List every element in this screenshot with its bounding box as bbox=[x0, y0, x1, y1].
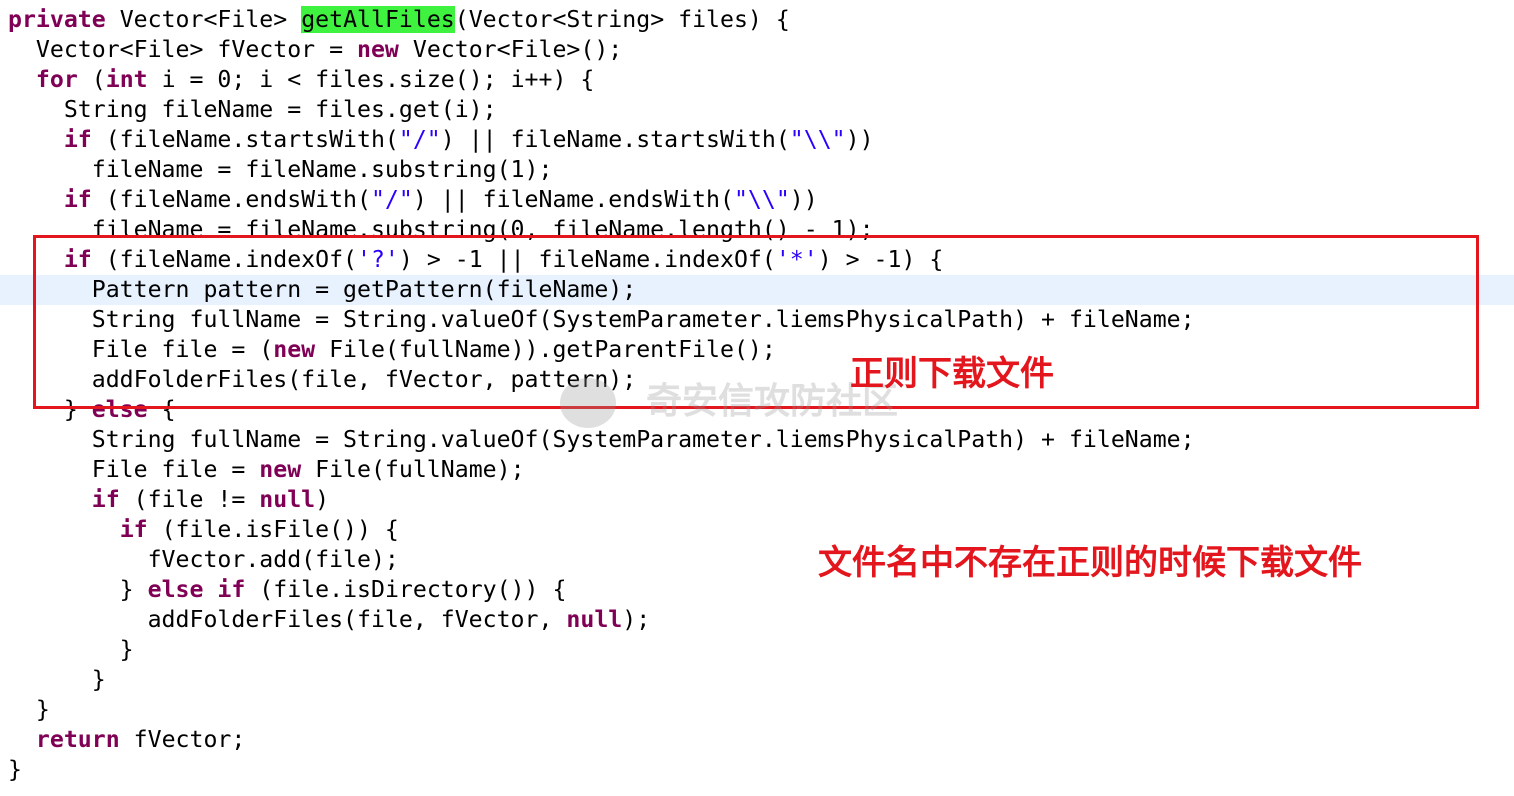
code-text: (fileName.startsWith( bbox=[91, 126, 399, 153]
keyword: if bbox=[91, 486, 120, 513]
keyword: if bbox=[119, 516, 148, 543]
code-line[interactable]: String fullName = String.valueOf(SystemP… bbox=[0, 425, 1514, 455]
code-text: ); bbox=[622, 606, 651, 633]
watermark: 奇安信攻防社区 bbox=[560, 372, 898, 428]
code-line[interactable]: File file = new File(fullName); bbox=[0, 455, 1514, 485]
code-text: } bbox=[8, 696, 50, 723]
code-text: fVector; bbox=[119, 726, 246, 753]
keyword: else if bbox=[147, 576, 246, 603]
code-text: Vector<File>(); bbox=[398, 36, 623, 63]
code-line[interactable]: } bbox=[0, 635, 1514, 665]
code-text: (Vector<String> files) { bbox=[454, 6, 790, 33]
string-literal: "/" bbox=[370, 186, 413, 213]
code-text: (file.isDirectory()) { bbox=[245, 576, 567, 603]
keyword: int bbox=[105, 66, 148, 93]
code-text: } bbox=[8, 636, 134, 663]
code-text: fileName = fileName.substring(1); bbox=[8, 156, 553, 183]
regex-note: 正则下载文件 bbox=[850, 354, 1054, 394]
code-line[interactable]: private Vector<File> getAllFiles(Vector<… bbox=[0, 5, 1514, 35]
keyword: for bbox=[35, 66, 78, 93]
watermark-logo-icon bbox=[560, 378, 616, 428]
code-line[interactable]: } bbox=[0, 695, 1514, 725]
code-line[interactable]: if (fileName.endsWith("/") || fileName.e… bbox=[0, 185, 1514, 215]
code-text: (file.isFile()) { bbox=[147, 516, 399, 543]
code-text: Vector<File> fVector = bbox=[8, 36, 358, 63]
code-text: i = 0; i < files.size(); i++) { bbox=[147, 66, 595, 93]
keyword: return bbox=[35, 726, 120, 753]
code-text: (fileName.endsWith( bbox=[91, 186, 371, 213]
code-text: String fullName = String.valueOf(SystemP… bbox=[8, 426, 1195, 453]
code-line[interactable]: return fVector; bbox=[0, 725, 1514, 755]
code-line[interactable]: for (int i = 0; i < files.size(); i++) { bbox=[0, 65, 1514, 95]
code-text: addFolderFiles(file, fVector, bbox=[8, 606, 567, 633]
code-line[interactable]: if (fileName.startsWith("/") || fileName… bbox=[0, 125, 1514, 155]
code-text: } bbox=[8, 666, 106, 693]
string-literal: "/" bbox=[398, 126, 441, 153]
code-text: } bbox=[8, 756, 22, 783]
code-line[interactable]: } bbox=[0, 755, 1514, 785]
code-line[interactable]: addFolderFiles(file, fVector, null); bbox=[0, 605, 1514, 635]
code-text: ) || fileName.endsWith( bbox=[412, 186, 734, 213]
keyword: private bbox=[8, 6, 106, 33]
keyword: new bbox=[259, 456, 302, 483]
code-text: File file = bbox=[8, 456, 260, 483]
code-text: )) bbox=[789, 186, 818, 213]
code-text: fVector.add(file); bbox=[8, 546, 399, 573]
keyword: null bbox=[259, 486, 316, 513]
keyword: if bbox=[63, 126, 92, 153]
code-text: (file != bbox=[119, 486, 260, 513]
code-line[interactable]: if (file != null) bbox=[0, 485, 1514, 515]
string-literal: "\\" bbox=[789, 126, 846, 153]
code-text: ) bbox=[315, 486, 330, 513]
code-text: )) bbox=[845, 126, 874, 153]
code-line[interactable]: Vector<File> fVector = new Vector<File>(… bbox=[0, 35, 1514, 65]
highlighted-method-name: getAllFiles bbox=[301, 6, 455, 33]
keyword: new bbox=[357, 36, 399, 63]
code-text: File(fullName); bbox=[301, 456, 525, 483]
code-line[interactable]: fileName = fileName.substring(1); bbox=[0, 155, 1514, 185]
code-text: ) || fileName.startsWith( bbox=[440, 126, 790, 153]
code-text: String fileName = files.get(i); bbox=[8, 96, 497, 123]
no-regex-note: 文件名中不存在正则的时候下载文件 bbox=[818, 543, 1362, 583]
code-line[interactable]: String fileName = files.get(i); bbox=[0, 95, 1514, 125]
string-literal: "\\" bbox=[733, 186, 790, 213]
code-text: } bbox=[8, 576, 148, 603]
code-text: ( bbox=[77, 66, 106, 93]
code-text: Vector<File> bbox=[105, 6, 302, 33]
keyword: if bbox=[63, 186, 92, 213]
code-line[interactable]: } bbox=[0, 665, 1514, 695]
keyword: null bbox=[566, 606, 623, 633]
